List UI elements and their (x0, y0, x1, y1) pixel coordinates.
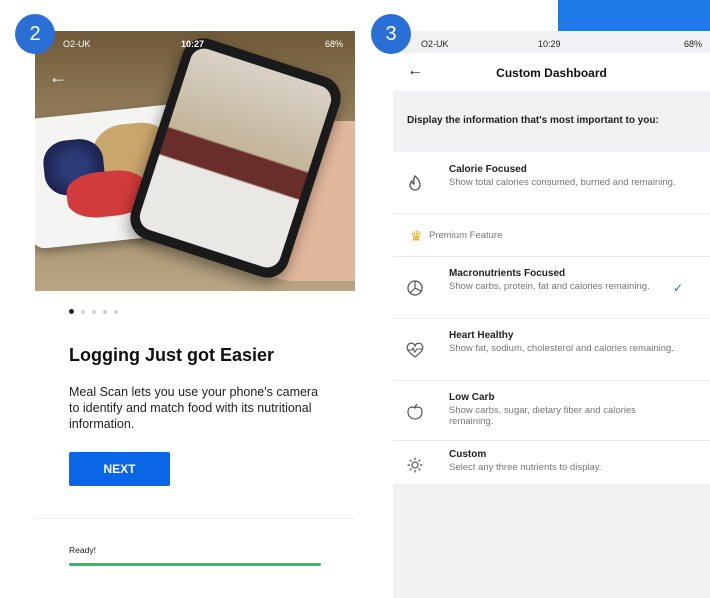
pager-dot[interactable] (81, 309, 85, 314)
option-description: Select any three nutrients to display. (449, 462, 602, 473)
dashboard-intro-text: Display the information that's most impo… (407, 115, 659, 126)
premium-feature-row: ♛ Premium Feature (393, 214, 710, 257)
status-bar: O2-UK 10:27 68% (35, 39, 355, 53)
pager-dots (69, 309, 118, 314)
corner-accent-block (558, 0, 710, 33)
pager-dot[interactable] (92, 309, 96, 314)
option-macronutrients-focused[interactable]: Macronutrients Focused Show carbs, prote… (393, 257, 710, 319)
option-calorie-focused[interactable]: Calorie Focused Show total calories cons… (393, 152, 710, 214)
dashboard-options-list: Calorie Focused Show total calories cons… (393, 152, 710, 485)
battery-label: 68% (683, 39, 702, 49)
next-button[interactable]: NEXT (69, 452, 170, 486)
option-title: Heart Healthy (449, 330, 514, 341)
option-description: Show total calories consumed, burned and… (449, 177, 676, 188)
checkmark-icon: ✓ (672, 281, 683, 295)
onboarding-description: Meal Scan lets you use your phone's came… (69, 385, 319, 431)
step-badge-2: 2 (15, 14, 55, 54)
meal-scan-hero-photo (35, 31, 355, 291)
option-description: Show carbs, sugar, dietary fiber and cal… (449, 405, 636, 427)
carrier-label: O2-UK (421, 39, 449, 49)
progress-bar (69, 563, 321, 566)
onboarding-headline: Logging Just got Easier (69, 345, 275, 365)
heart-rate-icon (405, 340, 425, 360)
pager-dot[interactable] (114, 309, 118, 314)
crown-icon: ♛ (410, 228, 423, 244)
option-title: Low Carb (449, 392, 495, 403)
progress-bar-fill (69, 563, 321, 566)
status-time: 10:27 (181, 39, 205, 49)
option-custom[interactable]: Custom Select any three nutrients to dis… (393, 441, 710, 485)
option-heart-healthy[interactable]: Heart Healthy Show fat, sodium, choleste… (393, 319, 710, 381)
pie-chart-icon (405, 278, 425, 298)
option-title: Custom (449, 449, 487, 460)
status-bar: O2-UK 10:29 68% (393, 39, 710, 53)
gear-icon (405, 455, 425, 475)
meal-scan-onboarding-screen: O2-UK 10:27 68% ← Logging Just got Easie… (35, 31, 355, 598)
custom-dashboard-screen: O2-UK 10:29 68% ← Custom Dashboard Displ… (393, 31, 710, 598)
carrier-label: O2-UK (63, 39, 91, 49)
page-title: Custom Dashboard (496, 66, 607, 80)
progress-label: Ready! (69, 545, 96, 555)
status-time: 10:29 (538, 39, 561, 49)
step-badge-3: 3 (371, 14, 411, 54)
back-arrow-icon[interactable]: ← (49, 67, 67, 88)
option-low-carb[interactable]: Low Carb Show carbs, sugar, dietary fibe… (393, 381, 710, 441)
pager-dot[interactable] (69, 309, 74, 314)
battery-label: 68% (324, 39, 343, 49)
flame-icon (405, 173, 425, 193)
option-title: Calorie Focused (449, 164, 527, 175)
option-title: Macronutrients Focused (449, 268, 566, 279)
divider (35, 518, 355, 519)
premium-feature-label: Premium Feature (429, 230, 503, 241)
nav-header: ← Custom Dashboard (393, 53, 710, 91)
option-description: Show carbs, protein, fat and calories re… (449, 281, 650, 292)
option-description: Show fat, sodium, cholesterol and calori… (449, 343, 674, 354)
apple-icon (405, 402, 425, 422)
pager-dot[interactable] (103, 309, 107, 314)
